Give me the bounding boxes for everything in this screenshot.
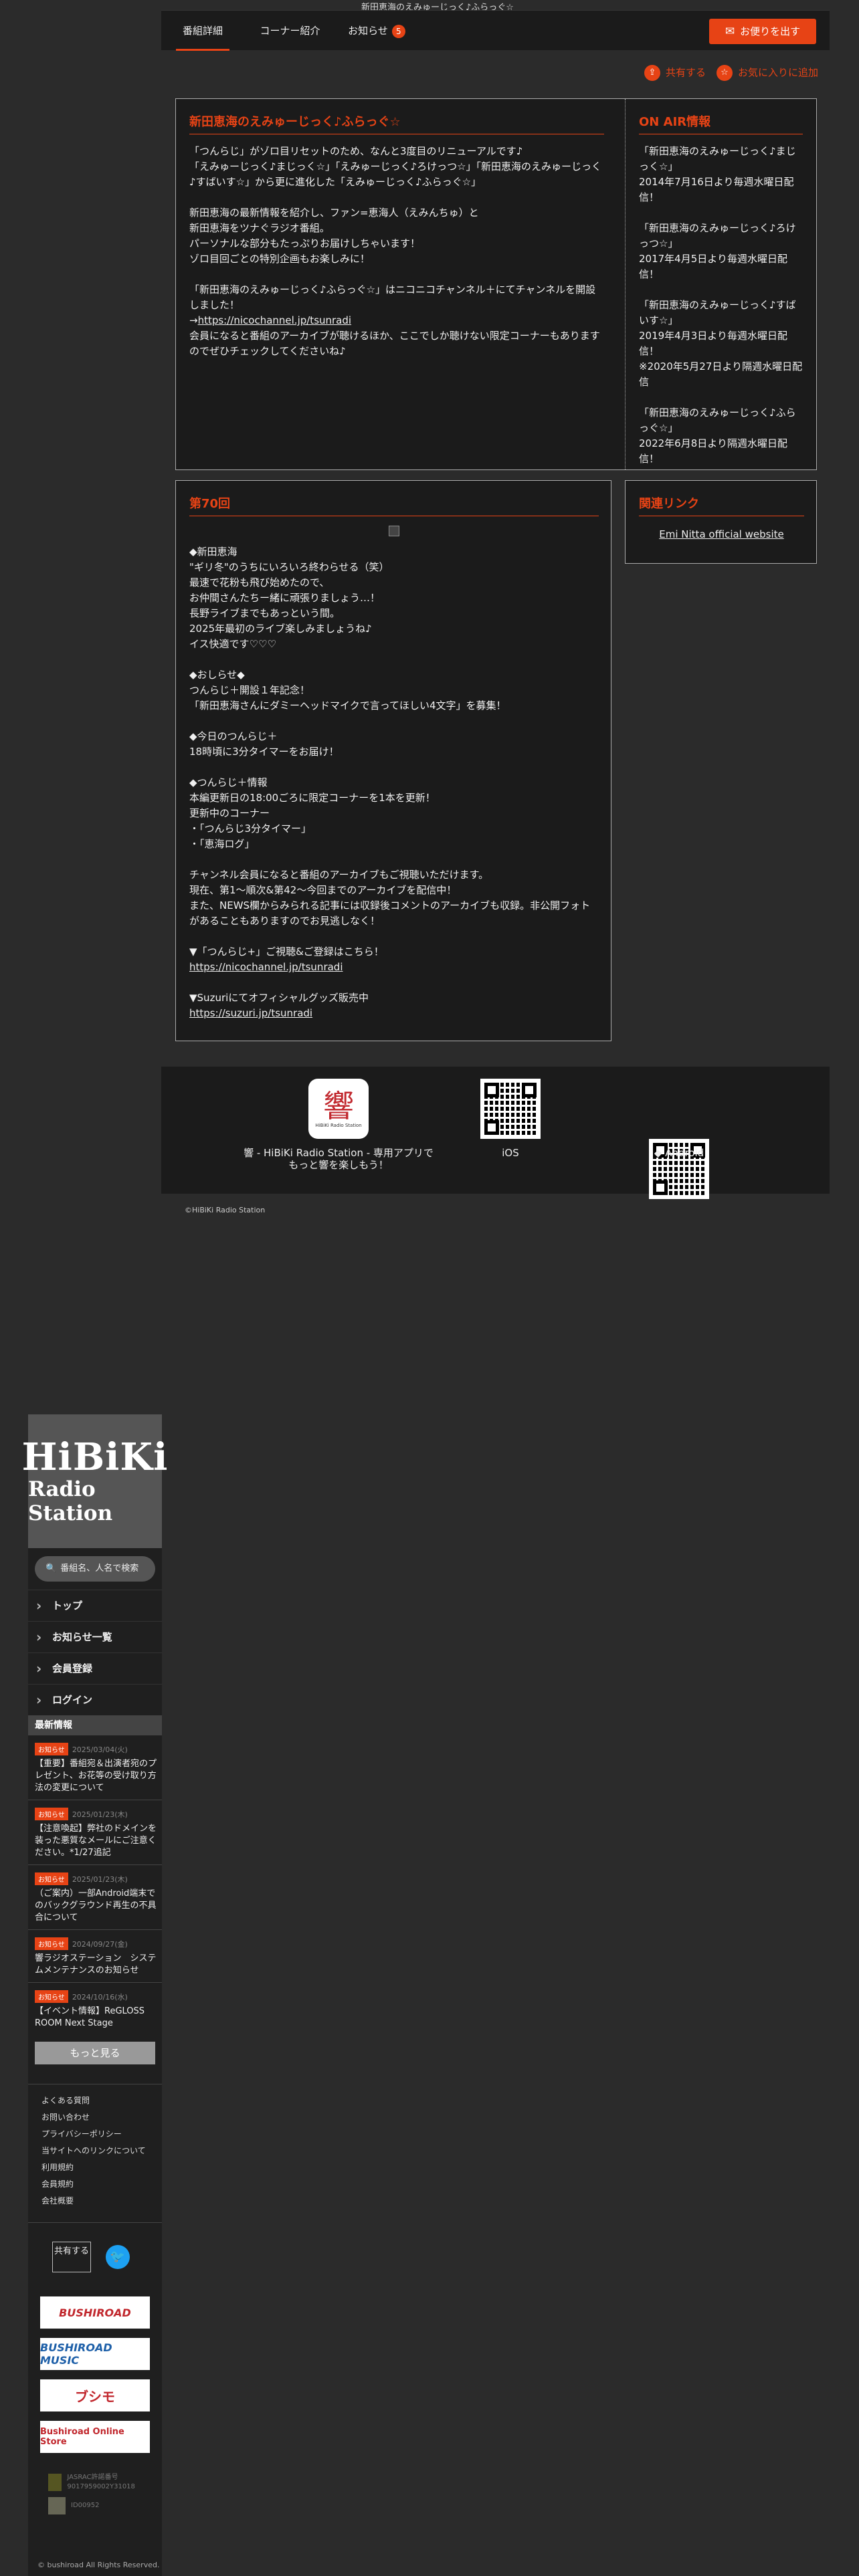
bushiroad-music-banner[interactable]: BUSHIROAD MUSIC: [40, 2338, 150, 2370]
episode-text: ◆新田恵海 "ギリ冬"のうちにいろいろ終わらせる（笑） 最速で花粉も飛び始めたの…: [189, 546, 591, 958]
ios-label[interactable]: iOS: [470, 1147, 551, 1159]
program-description-text: 「つんらじ」がゾロ目リセットのため、なんと3度目のリニューアルです♪ 「えみゅー…: [189, 145, 602, 311]
link-faq[interactable]: よくある質問: [41, 2092, 162, 2109]
news-item[interactable]: お知らせ 2024/10/16(水) 【イベント情報】ReGLOSS ROOM Ne…: [28, 1983, 162, 2035]
official-website-link[interactable]: Emi Nitta official website: [659, 528, 783, 540]
tab-bar: 番組詳細 コーナー紹介 お知らせ 5 ✉ お便りを出す: [161, 10, 830, 51]
suzuri-text: ▼Suzuriにてオフィシャルグッズ販売中: [189, 992, 369, 1004]
sidebar: HiBiKi Radio Station 🔍番組名、人名で検索 トップ お知らせ…: [22, 1414, 167, 2576]
on-air-title: ON AIR情報: [639, 112, 803, 134]
mail-icon: ✉: [725, 25, 735, 38]
on-air-text: 「新田恵海のえみゅーじっく♪まじっく☆」 2014年7月16日より毎週水曜日配信…: [639, 145, 803, 465]
nav-news-list[interactable]: お知らせ一覧: [28, 1621, 162, 1653]
program-link-line: →https://nicochannel.jp/tsunradi: [189, 314, 352, 326]
program-description-text-2: 会員になると番組のアーカイブが聴けるほか、ここでしか聴けない限定コーナーもありま…: [189, 330, 600, 357]
share-button[interactable]: ⇪ 共有する: [644, 65, 706, 81]
link-company[interactable]: 会社概要: [41, 2193, 162, 2210]
ios-qr-code[interactable]: [480, 1079, 541, 1139]
star-icon: ☆: [717, 65, 733, 81]
twitter-icon[interactable]: 🐦: [106, 2245, 130, 2269]
tab-news[interactable]: お知らせ 5: [343, 11, 410, 51]
search-icon: 🔍: [45, 1564, 57, 1574]
hibiki-logo[interactable]: HiBiKi Radio Station: [22, 1414, 167, 1548]
episode-title: 第70回: [189, 494, 599, 516]
nicochannel-link[interactable]: https://nicochannel.jp/tsunradi: [198, 314, 352, 326]
share-icon: ⇪: [644, 65, 660, 81]
divider: [625, 99, 626, 469]
jasrac-logo: [48, 2474, 62, 2491]
link-linking-policy[interactable]: 当サイトへのリンクについて: [41, 2143, 162, 2159]
android-icon: ◆: [654, 1147, 666, 1159]
more-news-button[interactable]: もっと見る: [35, 2042, 155, 2064]
nav-register[interactable]: 会員登録: [28, 1652, 162, 1685]
link-contact[interactable]: お問い合わせ: [41, 2109, 162, 2126]
program-detail-box: 新田恵海のえみゅーじっく♪ふらっぐ☆ 「つんらじ」がゾロ目リセットのため、なんと…: [175, 98, 817, 470]
news-item[interactable]: お知らせ 2025/01/23(木) 【注意喚起】弊社のドメインを装った悪質なメール…: [28, 1800, 162, 1865]
footer-links: よくある質問 お問い合わせ プライバシーポリシー 当サイトへのリンクについて 利…: [28, 2084, 162, 2210]
nav-top[interactable]: トップ: [28, 1590, 162, 1622]
app-download-section: 響 HiBiKi Radio Station 響 - HiBiKi Radio …: [161, 1067, 830, 1199]
nicochannel-link-2[interactable]: https://nicochannel.jp/tsunradi: [189, 961, 343, 973]
favorite-button[interactable]: ☆ お気に入りに追加: [717, 65, 818, 81]
suzuri-link[interactable]: https://suzuri.jp/tsunradi: [189, 1007, 312, 1019]
link-terms[interactable]: 利用規約: [41, 2159, 162, 2176]
news-item[interactable]: お知らせ 2025/03/04(火) 【重要】番組宛＆出演者宛のプレゼント、お花等の…: [28, 1735, 162, 1800]
episode-image: [189, 526, 599, 539]
related-content: 関連リンク Emi Nitta official website: [639, 494, 804, 540]
android-label[interactable]: ◆ Android: [639, 1147, 719, 1159]
link-privacy[interactable]: プライバシーポリシー: [41, 2126, 162, 2143]
news-item[interactable]: お知らせ 2024/09/27(金) 響ラジオステーション システムメンテナンスのお…: [28, 1930, 162, 1983]
related-title: 関連リンク: [639, 494, 804, 516]
search-input[interactable]: 🔍 番組名、人名で検索: [35, 1556, 155, 1582]
episode-content: 第70回 ◆新田恵海 "ギリ冬"のうちにいろいろ終わらせる（笑） 最速で花粉も飛…: [189, 494, 599, 1021]
related-links-box: 関連リンク Emi Nitta official website: [625, 480, 817, 564]
footer-copyright: ©HiBiKi Radio Station: [185, 1206, 266, 1214]
tab-program-details[interactable]: 番組詳細: [176, 11, 229, 51]
program-title: 新田恵海のえみゅーじっく♪ふらっぐ☆: [189, 112, 604, 134]
nextone-logo: [48, 2497, 66, 2514]
send-mail-button[interactable]: ✉ お便りを出す: [709, 19, 816, 44]
nextone-info: ID00952: [71, 2502, 100, 2509]
news-heading: 最新情報: [28, 1715, 162, 1735]
bushiroad-banner[interactable]: BUSHIROAD: [40, 2296, 150, 2329]
app-caption: 響 - HiBiKi Radio Station - 専用アプリでもっと響を楽し…: [244, 1147, 434, 1171]
bushimo-banner[interactable]: ブシモ: [40, 2379, 150, 2411]
online-store-banner[interactable]: Bushiroad Online Store: [40, 2421, 150, 2453]
news-count-badge: 5: [391, 24, 405, 38]
on-air-info: ON AIR情報 「新田恵海のえみゅーじっく♪まじっく☆」 2014年7月16日…: [639, 112, 803, 467]
jasrac-info: JASRAC許諾番号 9017959002Y31018: [67, 2474, 135, 2490]
sidebar-share-button[interactable]: 共有する: [52, 2242, 91, 2272]
news-item[interactable]: お知らせ 2025/01/23(木) （ご案内）一部Android端末でのバックグラ…: [28, 1865, 162, 1930]
sidebar-copyright: © bushiroad All Rights Reserved.: [37, 2561, 160, 2569]
link-member-terms[interactable]: 会員規約: [41, 2176, 162, 2193]
nav-login[interactable]: ログイン: [28, 1684, 162, 1716]
program-description: 新田恵海のえみゅーじっく♪ふらっぐ☆ 「つんらじ」がゾロ目リセットのため、なんと…: [189, 112, 604, 359]
tab-corners[interactable]: コーナー紹介: [255, 11, 325, 51]
episode-box: 第70回 ◆新田恵海 "ギリ冬"のうちにいろいろ終わらせる（笑） 最速で花粉も飛…: [175, 480, 611, 1041]
hibiki-app-icon[interactable]: 響 HiBiKi Radio Station: [308, 1079, 369, 1139]
